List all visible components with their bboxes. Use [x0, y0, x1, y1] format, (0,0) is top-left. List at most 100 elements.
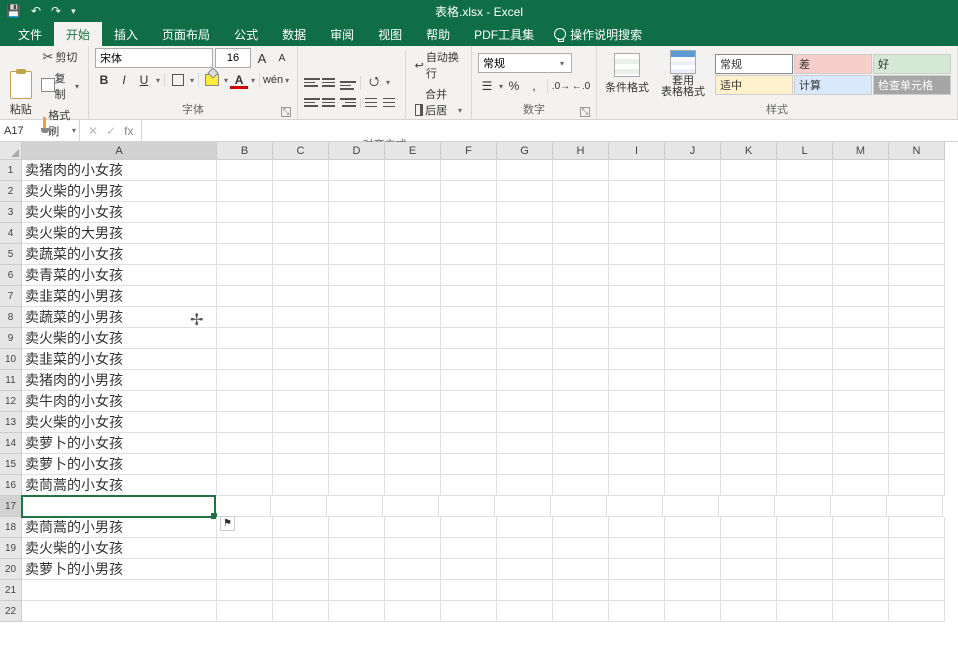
cell-L19[interactable] — [777, 538, 833, 559]
cell-D7[interactable] — [329, 286, 385, 307]
cell-I9[interactable] — [609, 328, 665, 349]
cell-B2[interactable] — [217, 181, 273, 202]
decrease-decimal-button[interactable]: ←.0 — [572, 77, 590, 95]
cell-A13[interactable]: 卖火柴的小女孩 — [22, 412, 217, 433]
align-middle-button[interactable] — [322, 76, 338, 90]
wrap-text-button[interactable]: ↩自动换行 — [412, 48, 465, 82]
cell-B8[interactable] — [217, 307, 273, 328]
align-left-button[interactable] — [304, 96, 320, 110]
col-header-B[interactable]: B — [217, 142, 273, 160]
cell-N8[interactable] — [889, 307, 945, 328]
row-header-3[interactable]: 3 — [0, 202, 22, 223]
cell-E15[interactable] — [385, 454, 441, 475]
cell-C14[interactable] — [273, 433, 329, 454]
cell-K8[interactable] — [721, 307, 777, 328]
style-cell-3[interactable]: 适中 — [715, 75, 793, 95]
row-header-13[interactable]: 13 — [0, 412, 22, 433]
cell-A15[interactable]: 卖萝卜的小女孩 — [22, 454, 217, 475]
cell-K9[interactable] — [721, 328, 777, 349]
cell-K2[interactable] — [721, 181, 777, 202]
cell-J16[interactable] — [665, 475, 721, 496]
cell-N2[interactable] — [889, 181, 945, 202]
percent-button[interactable]: % — [505, 77, 523, 95]
cell-D10[interactable] — [329, 349, 385, 370]
cell-I5[interactable] — [609, 244, 665, 265]
cell-G11[interactable] — [497, 370, 553, 391]
cell-I17[interactable] — [607, 496, 663, 517]
cell-E4[interactable] — [385, 223, 441, 244]
cell-C12[interactable] — [273, 391, 329, 412]
tab-1[interactable]: 开始 — [54, 22, 102, 46]
cell-A21[interactable] — [22, 580, 217, 601]
conditional-format-button[interactable]: 条件格式 — [603, 53, 651, 95]
cell-G9[interactable] — [497, 328, 553, 349]
row-header-2[interactable]: 2 — [0, 181, 22, 202]
cell-F4[interactable] — [441, 223, 497, 244]
row-header-22[interactable]: 22 — [0, 601, 22, 622]
cell-A8[interactable]: 卖蔬菜的小男孩 — [22, 307, 217, 328]
decrease-font-button[interactable]: A — [273, 49, 291, 67]
cell-N11[interactable] — [889, 370, 945, 391]
cell-N9[interactable] — [889, 328, 945, 349]
cell-G1[interactable] — [497, 160, 553, 181]
cell-M18[interactable] — [833, 517, 889, 538]
cell-F5[interactable] — [441, 244, 497, 265]
cell-J14[interactable] — [665, 433, 721, 454]
cell-L9[interactable] — [777, 328, 833, 349]
cell-E19[interactable] — [385, 538, 441, 559]
undo-icon[interactable]: ↶ — [31, 4, 41, 18]
cell-F6[interactable] — [441, 265, 497, 286]
cell-I22[interactable] — [609, 601, 665, 622]
cell-B7[interactable] — [217, 286, 273, 307]
cell-H7[interactable] — [553, 286, 609, 307]
cell-H11[interactable] — [553, 370, 609, 391]
cell-N5[interactable] — [889, 244, 945, 265]
cell-H12[interactable] — [553, 391, 609, 412]
italic-button[interactable]: I — [115, 71, 133, 89]
cell-M5[interactable] — [833, 244, 889, 265]
row-header-6[interactable]: 6 — [0, 265, 22, 286]
cell-N13[interactable] — [889, 412, 945, 433]
border-button[interactable] — [169, 71, 187, 89]
fx-icon[interactable]: fx — [124, 124, 133, 138]
cell-D15[interactable] — [329, 454, 385, 475]
cell-I1[interactable] — [609, 160, 665, 181]
cell-J7[interactable] — [665, 286, 721, 307]
align-bottom-button[interactable] — [340, 76, 356, 90]
row-header-5[interactable]: 5 — [0, 244, 22, 265]
cell-L12[interactable] — [777, 391, 833, 412]
cell-B19[interactable] — [217, 538, 273, 559]
cell-I20[interactable] — [609, 559, 665, 580]
cell-F15[interactable] — [441, 454, 497, 475]
tab-0[interactable]: 文件 — [6, 22, 54, 46]
cell-B11[interactable] — [217, 370, 273, 391]
cell-K22[interactable] — [721, 601, 777, 622]
cell-D9[interactable] — [329, 328, 385, 349]
cell-A22[interactable] — [22, 601, 217, 622]
cell-D4[interactable] — [329, 223, 385, 244]
cell-J12[interactable] — [665, 391, 721, 412]
cell-C11[interactable] — [273, 370, 329, 391]
cell-H18[interactable] — [553, 517, 609, 538]
cell-A3[interactable]: 卖火柴的小女孩 — [22, 202, 217, 223]
cell-C5[interactable] — [273, 244, 329, 265]
cell-C8[interactable] — [273, 307, 329, 328]
cell-L1[interactable] — [777, 160, 833, 181]
cell-E10[interactable] — [385, 349, 441, 370]
cell-H14[interactable] — [553, 433, 609, 454]
col-header-G[interactable]: G — [497, 142, 553, 160]
cell-F19[interactable] — [441, 538, 497, 559]
cell-B9[interactable] — [217, 328, 273, 349]
cell-C6[interactable] — [273, 265, 329, 286]
cell-M1[interactable] — [833, 160, 889, 181]
cell-J2[interactable] — [665, 181, 721, 202]
cell-M11[interactable] — [833, 370, 889, 391]
tab-7[interactable]: 视图 — [366, 22, 414, 46]
cell-I16[interactable] — [609, 475, 665, 496]
cell-D19[interactable] — [329, 538, 385, 559]
cell-H9[interactable] — [553, 328, 609, 349]
cell-H13[interactable] — [553, 412, 609, 433]
cell-styles-gallery[interactable]: 常规差好适中计算检查单元格 — [715, 54, 951, 95]
cell-D3[interactable] — [329, 202, 385, 223]
cell-N20[interactable] — [889, 559, 945, 580]
